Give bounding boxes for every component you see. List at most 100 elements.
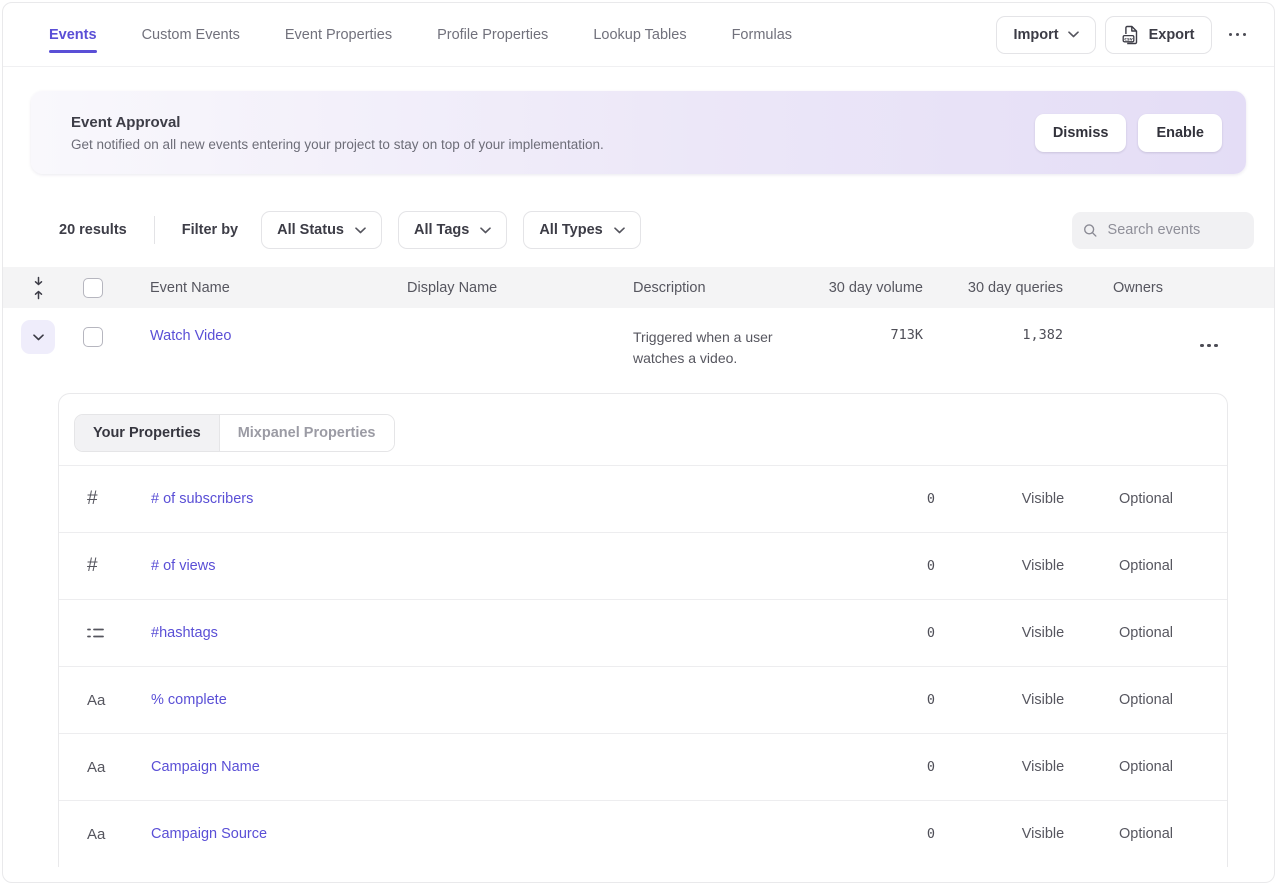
nav-actions: Import csv Export <box>996 16 1254 54</box>
property-name-link[interactable]: # of views <box>151 558 215 574</box>
banner-text: Event Approval Get notified on all new e… <box>55 114 604 152</box>
row-checkbox[interactable] <box>83 327 103 347</box>
dismiss-button[interactable]: Dismiss <box>1035 114 1127 152</box>
property-count: 0 <box>871 826 991 842</box>
svg-text:csv: csv <box>1124 37 1132 42</box>
event-row: Watch Video Triggered when a user watche… <box>3 308 1274 378</box>
banner-title: Event Approval <box>71 114 604 131</box>
text-type-icon: Aa <box>87 759 105 776</box>
chevron-down-icon <box>1068 31 1079 38</box>
chevron-down-icon <box>33 334 44 341</box>
text-type-icon: Aa <box>87 826 105 843</box>
property-count: 0 <box>871 625 991 641</box>
volume-30d-value: 713K <box>823 320 923 343</box>
row-menu-button[interactable] <box>1200 344 1218 348</box>
property-name-link[interactable]: Campaign Source <box>151 826 267 842</box>
properties-tab-mixpanel-properties[interactable]: Mixpanel Properties <box>220 415 394 451</box>
property-requirement[interactable]: Optional <box>1095 692 1197 708</box>
property-row: Aa Campaign Source 0 Visible Optional <box>59 801 1227 867</box>
enable-button[interactable]: Enable <box>1138 114 1222 152</box>
tab-event-properties[interactable]: Event Properties <box>285 3 392 66</box>
display-name-cell <box>407 320 633 327</box>
tab-formulas[interactable]: Formulas <box>732 3 792 66</box>
banner-description: Get notified on all new events entering … <box>71 137 604 152</box>
property-name-link[interactable]: # of subscribers <box>151 491 253 507</box>
property-visibility[interactable]: Visible <box>991 692 1095 708</box>
property-requirement[interactable]: Optional <box>1095 558 1197 574</box>
tab-custom-events[interactable]: Custom Events <box>142 3 240 66</box>
header-display-name: Display Name <box>407 280 633 296</box>
property-count: 0 <box>871 759 991 775</box>
row-expander-button[interactable] <box>21 320 55 354</box>
ellipsis-icon <box>1229 33 1247 37</box>
text-type-icon: Aa <box>87 692 105 709</box>
list-type-icon <box>87 627 104 640</box>
event-description: Triggered when a user watches a video. <box>633 320 823 369</box>
search-box[interactable] <box>1072 212 1254 249</box>
property-requirement[interactable]: Optional <box>1095 826 1197 842</box>
dropdown-label: All Status <box>277 222 344 238</box>
property-visibility[interactable]: Visible <box>991 759 1095 775</box>
filter-dropdowns: All Status All Tags All Types <box>261 211 641 249</box>
property-visibility[interactable]: Visible <box>991 558 1095 574</box>
filter-row: 20 results Filter by All StatusAll TagsA… <box>59 211 1254 249</box>
filter-dropdown-all-status[interactable]: All Status <box>261 211 382 249</box>
filter-by-label: Filter by <box>182 222 238 238</box>
event-approval-banner: Event Approval Get notified on all new e… <box>31 91 1246 174</box>
header-description: Description <box>633 280 823 296</box>
event-name-link[interactable]: Watch Video <box>150 328 231 344</box>
property-name-link[interactable]: Campaign Name <box>151 759 260 775</box>
queries-30d-value: 1,382 <box>923 320 1063 343</box>
properties-tab-your-properties[interactable]: Your Properties <box>75 415 220 451</box>
nav-tabs: Events Custom Events Event Properties Profi… <box>49 3 792 66</box>
more-options-button[interactable] <box>1221 29 1255 41</box>
property-rows: # # of subscribers 0 Visible Optional # … <box>59 466 1227 867</box>
property-visibility[interactable]: Visible <box>991 625 1095 641</box>
export-button-label: Export <box>1149 27 1195 43</box>
owners-cell <box>1063 320 1184 327</box>
collapse-rows-icon[interactable] <box>32 276 45 300</box>
property-visibility[interactable]: Visible <box>991 491 1095 507</box>
property-requirement[interactable]: Optional <box>1095 759 1197 775</box>
properties-tabs: Your PropertiesMixpanel Properties <box>74 414 395 452</box>
filter-dropdown-all-types[interactable]: All Types <box>523 211 640 249</box>
dropdown-label: All Tags <box>414 222 469 238</box>
active-tab-underline <box>49 50 97 53</box>
property-row: #hashtags 0 Visible Optional <box>59 600 1227 667</box>
divider <box>154 216 155 244</box>
header-owners: Owners <box>1063 280 1184 296</box>
number-type-icon: # <box>87 555 98 577</box>
import-button-label: Import <box>1013 27 1058 43</box>
property-name-link[interactable]: #hashtags <box>151 625 218 641</box>
top-navigation: Events Custom Events Event Properties Profi… <box>3 3 1274 67</box>
property-count: 0 <box>871 692 991 708</box>
banner-actions: Dismiss Enable <box>1035 114 1222 152</box>
tab-lookup-tables[interactable]: Lookup Tables <box>593 3 686 66</box>
export-button[interactable]: csv Export <box>1105 16 1212 54</box>
tab-events[interactable]: Events <box>49 3 97 66</box>
table-header: Event Name Display Name Description 30 d… <box>3 267 1274 308</box>
search-input[interactable] <box>1106 221 1243 239</box>
import-button[interactable]: Import <box>996 16 1095 54</box>
property-count: 0 <box>871 491 991 507</box>
property-visibility[interactable]: Visible <box>991 826 1095 842</box>
property-name-link[interactable]: % complete <box>151 692 227 708</box>
results-count: 20 results <box>59 222 127 238</box>
dropdown-label: All Types <box>539 222 602 238</box>
app-window: Events Custom Events Event Properties Profi… <box>2 2 1275 883</box>
property-requirement[interactable]: Optional <box>1095 625 1197 641</box>
property-count: 0 <box>871 558 991 574</box>
csv-file-icon: csv <box>1122 25 1140 45</box>
header-30-day-volume: 30 day volume <box>823 280 923 296</box>
tab-profile-properties[interactable]: Profile Properties <box>437 3 548 66</box>
number-type-icon: # <box>87 488 98 510</box>
property-row: Aa Campaign Name 0 Visible Optional <box>59 734 1227 801</box>
property-requirement[interactable]: Optional <box>1095 491 1197 507</box>
header-30-day-queries: 30 day queries <box>923 280 1063 296</box>
select-all-checkbox[interactable] <box>83 278 103 298</box>
property-row: Aa % complete 0 Visible Optional <box>59 667 1227 734</box>
filter-dropdown-all-tags[interactable]: All Tags <box>398 211 507 249</box>
header-event-name: Event Name <box>150 280 407 296</box>
property-row: # # of views 0 Visible Optional <box>59 533 1227 600</box>
property-row: # # of subscribers 0 Visible Optional <box>59 466 1227 533</box>
